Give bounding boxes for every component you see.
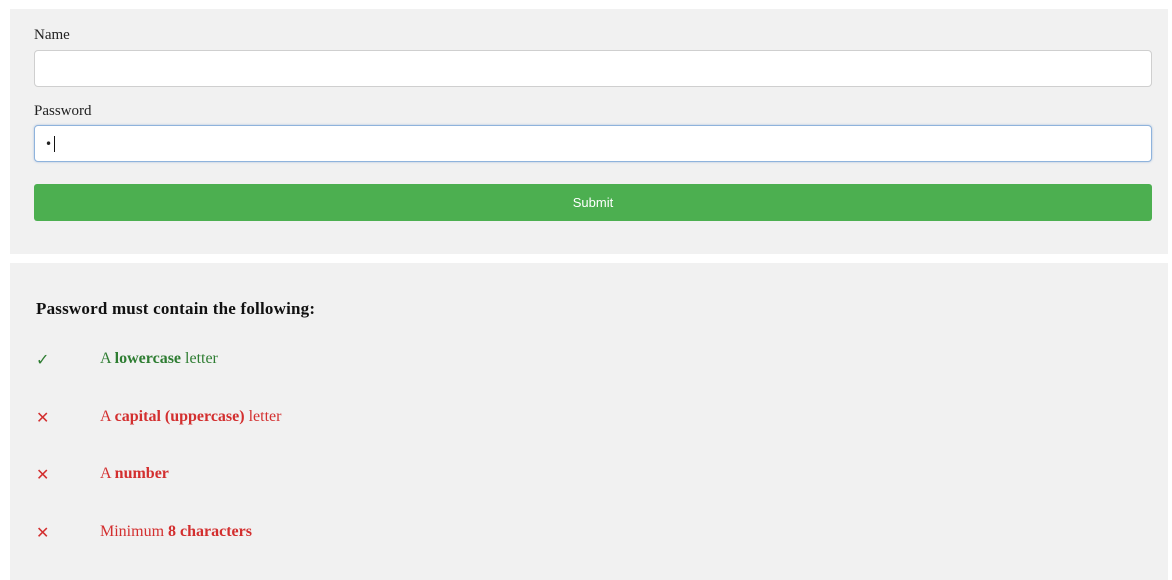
submit-button[interactable]: Submit bbox=[34, 184, 1152, 221]
password-label: Password bbox=[34, 103, 92, 119]
password-input-value: • bbox=[45, 136, 54, 151]
cross-icon: ✕ bbox=[36, 407, 50, 427]
text-caret bbox=[54, 135, 56, 152]
password-input[interactable]: • bbox=[34, 125, 1152, 162]
requirement-lowercase: ✓ A lowercase letter bbox=[36, 348, 218, 370]
name-input[interactable] bbox=[34, 50, 1152, 87]
requirement-length: ✕ Minimum 8 characters bbox=[36, 521, 252, 543]
login-form: Name Password • Submit bbox=[10, 9, 1168, 254]
check-icon: ✓ bbox=[36, 349, 50, 369]
requirement-uppercase: ✕ A capital (uppercase) letter bbox=[36, 406, 281, 428]
name-label: Name bbox=[34, 27, 70, 43]
requirement-text: A lowercase letter bbox=[100, 350, 218, 367]
password-requirements-panel: Password must contain the following: ✓ A… bbox=[10, 263, 1168, 580]
requirement-number: ✕ A number bbox=[36, 463, 169, 485]
cross-icon: ✕ bbox=[36, 464, 50, 484]
requirements-heading: Password must contain the following: bbox=[36, 299, 316, 318]
requirement-text: Minimum 8 characters bbox=[100, 523, 252, 540]
cross-icon: ✕ bbox=[36, 522, 50, 542]
requirement-text: A capital (uppercase) letter bbox=[100, 408, 282, 425]
requirement-text: A number bbox=[100, 465, 169, 482]
